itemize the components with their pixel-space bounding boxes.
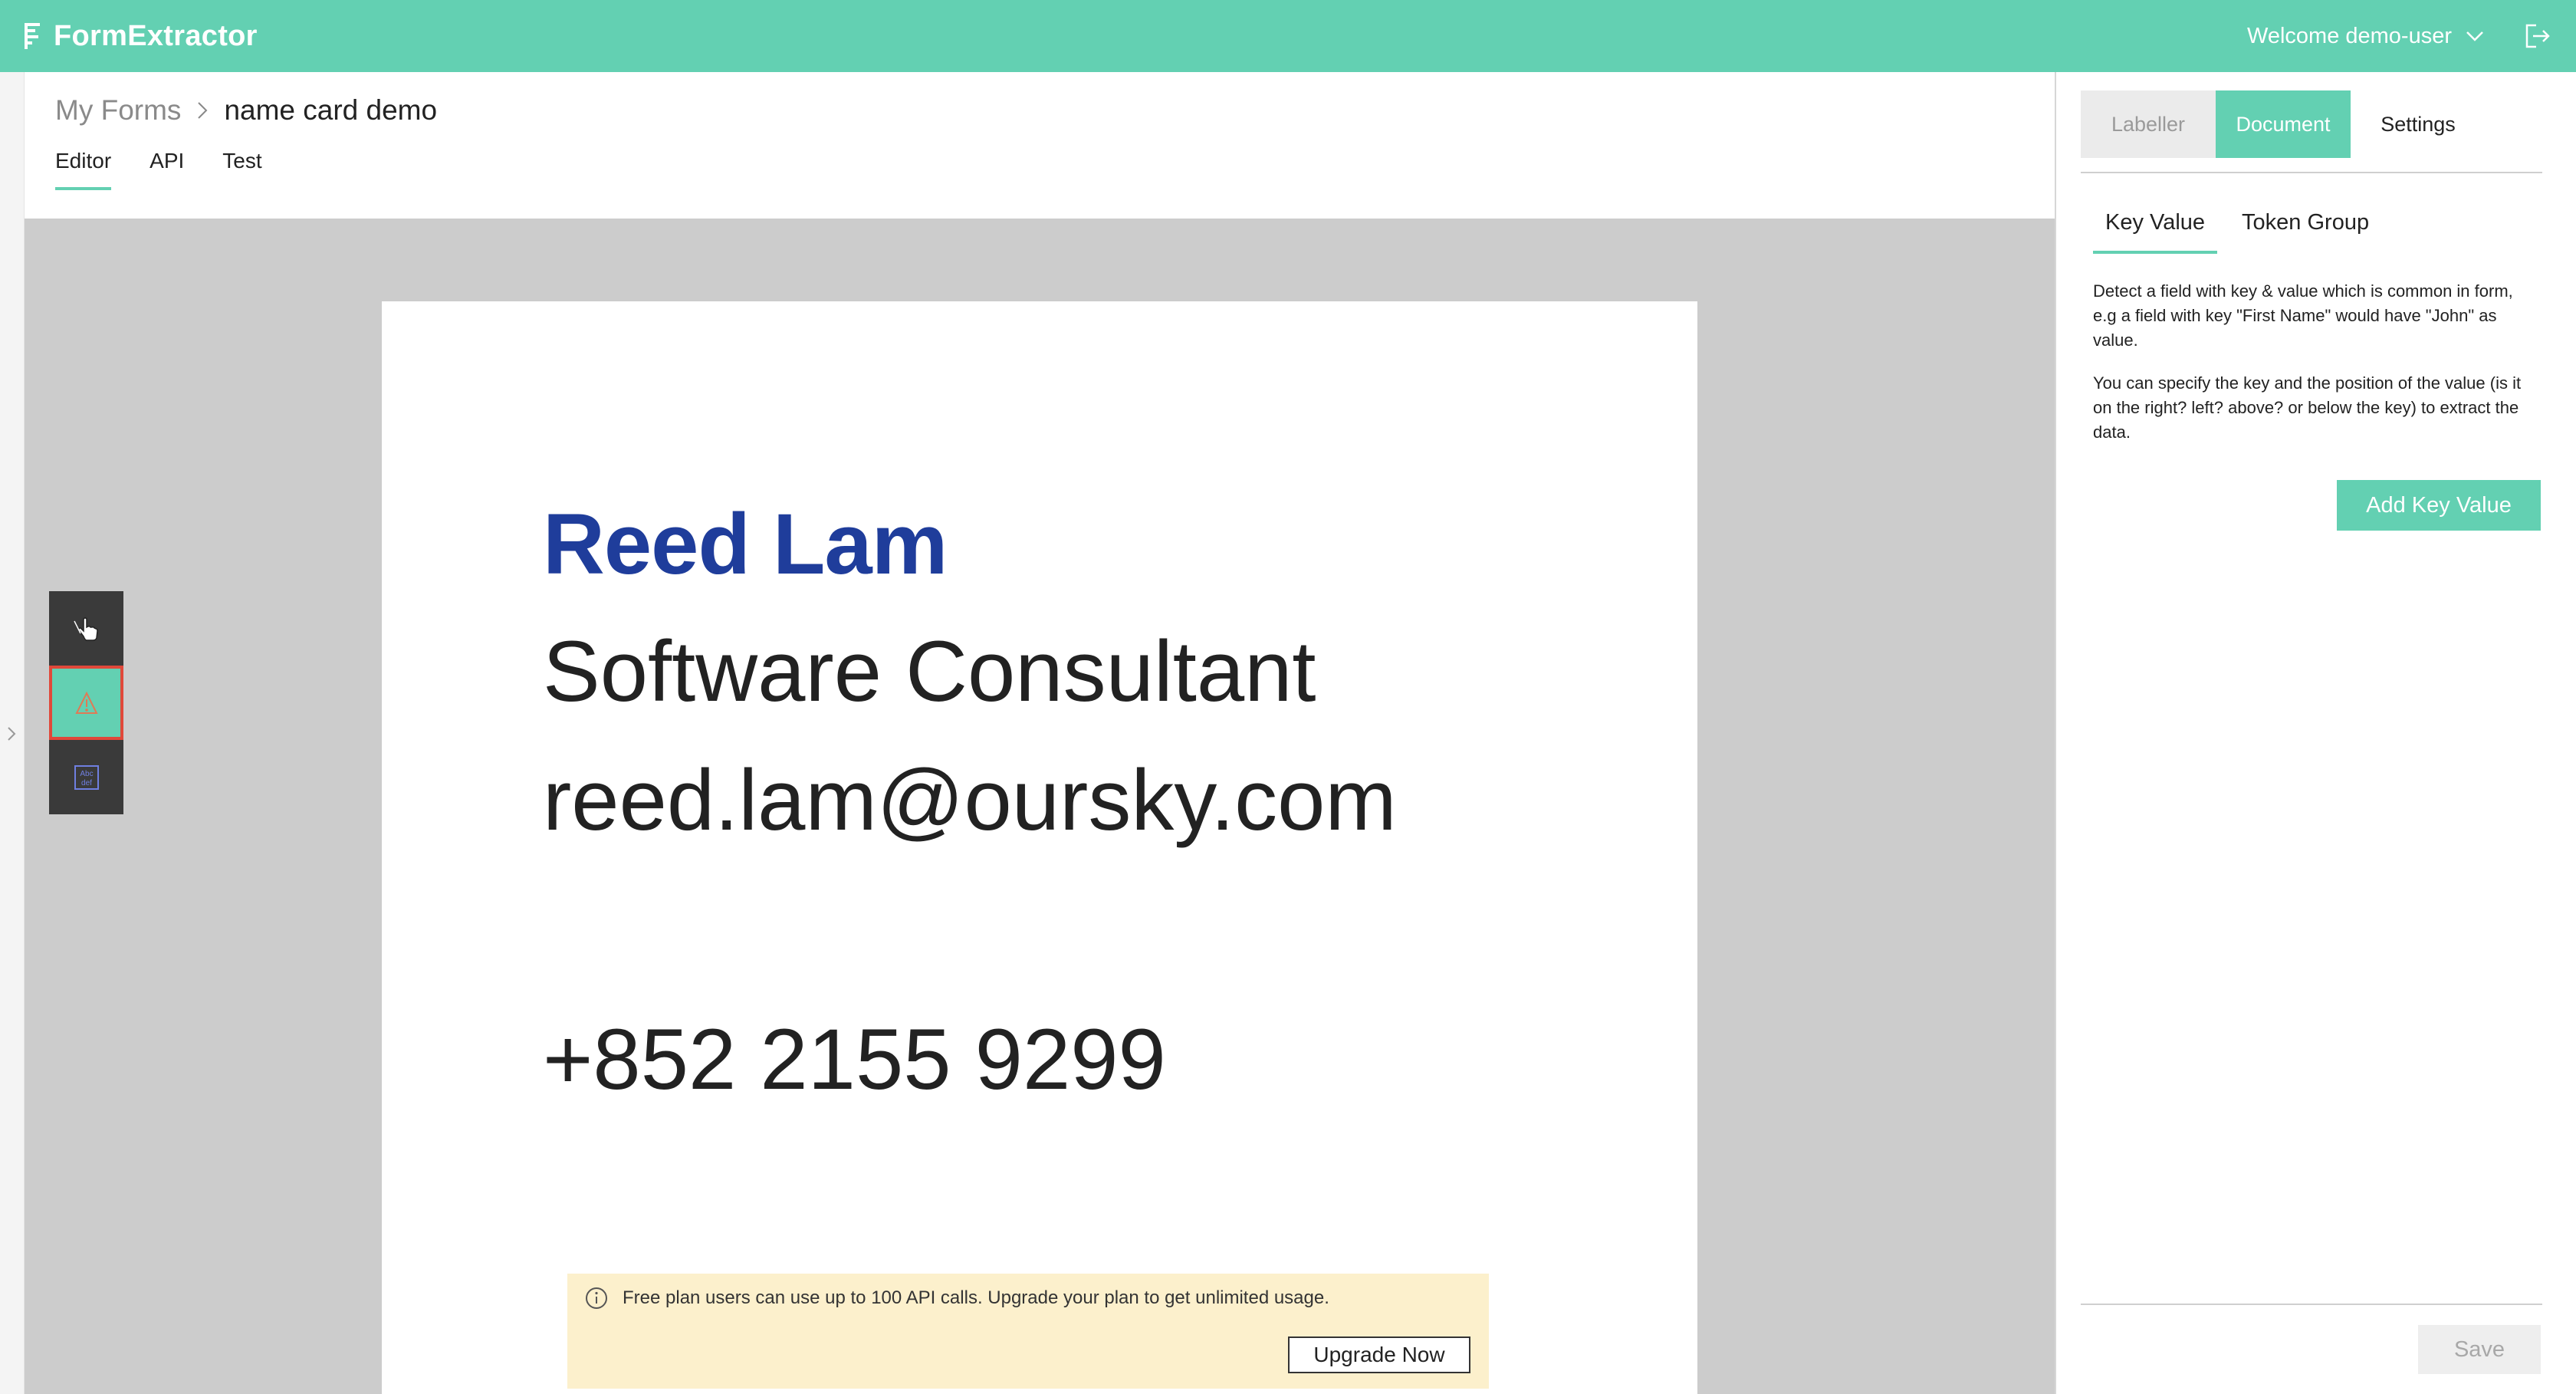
sidebar-expand-strip[interactable] bbox=[0, 72, 25, 1394]
save-button[interactable]: Save bbox=[2418, 1325, 2541, 1374]
upgrade-now-button[interactable]: Upgrade Now bbox=[1288, 1336, 1470, 1373]
brand[interactable]: FormExtractor bbox=[23, 0, 258, 72]
chevron-down-icon bbox=[2466, 31, 2483, 41]
app-name: FormExtractor bbox=[54, 19, 258, 52]
top-bar: FormExtractor Welcome demo-user bbox=[0, 0, 2576, 72]
svg-text:Abc: Abc bbox=[80, 770, 93, 778]
description-paragraph: Detect a field with key & value which is… bbox=[2093, 281, 2513, 350]
tab-test[interactable]: Test bbox=[222, 149, 261, 190]
right-panel: Labeller Document Settings Key Value Tok… bbox=[2055, 72, 2576, 1394]
breadcrumb-current: name card demo bbox=[224, 94, 438, 126]
welcome-text: Welcome demo-user bbox=[2246, 23, 2452, 48]
editor-tabs: Editor API Test bbox=[55, 149, 262, 190]
banner-message: Free plan users can use up to 100 API ca… bbox=[584, 1286, 1329, 1310]
chevron-right-icon bbox=[198, 102, 208, 119]
banner-text: Free plan users can use up to 100 API ca… bbox=[623, 1287, 1329, 1308]
anchor-tool[interactable] bbox=[49, 666, 123, 740]
tab-key-value[interactable]: Key Value bbox=[2093, 210, 2218, 254]
free-plan-banner: Free plan users can use up to 100 API ca… bbox=[567, 1274, 1489, 1389]
anchor-icon bbox=[74, 691, 98, 714]
breadcrumb-my-forms[interactable]: My Forms bbox=[55, 94, 181, 127]
key-value-description: Detect a field with key & value which is… bbox=[2093, 279, 2538, 463]
hand-pointer-icon bbox=[73, 616, 98, 641]
card-name: Reed Lam bbox=[543, 496, 948, 592]
description-paragraph: You can specify the key and the position… bbox=[2093, 373, 2522, 442]
user-menu[interactable]: Welcome demo-user bbox=[2247, 0, 2484, 72]
divider bbox=[2081, 1304, 2542, 1305]
document-canvas[interactable]: Reed Lam Software Consultant reed.lam@ou… bbox=[25, 219, 2055, 1394]
breadcrumb: My Forms name card demo bbox=[55, 89, 437, 132]
main-header: My Forms name card demo Editor API Test bbox=[25, 72, 2055, 219]
select-hand-tool[interactable] bbox=[49, 591, 123, 666]
tab-api[interactable]: API bbox=[150, 149, 184, 190]
svg-text:def: def bbox=[81, 779, 92, 787]
logout-icon[interactable] bbox=[2522, 21, 2553, 51]
info-icon bbox=[586, 1287, 607, 1309]
card-phone: +852 2155 9299 bbox=[543, 1011, 1166, 1107]
text-region-tool[interactable]: Abc def bbox=[49, 740, 123, 814]
card-email: reed.lam@oursky.com bbox=[543, 752, 1397, 848]
text-box-icon: Abc def bbox=[74, 764, 99, 790]
tab-document[interactable]: Document bbox=[2216, 90, 2351, 158]
tab-labeller[interactable]: Labeller bbox=[2081, 90, 2216, 158]
card-title: Software Consultant bbox=[543, 623, 1316, 719]
add-key-value-button[interactable]: Add Key Value bbox=[2337, 480, 2541, 531]
tool-palette: Abc def bbox=[49, 591, 123, 814]
document-page[interactable]: Reed Lam Software Consultant reed.lam@ou… bbox=[382, 301, 1697, 1394]
tab-editor[interactable]: Editor bbox=[55, 149, 112, 190]
formextractor-logo-icon bbox=[25, 23, 40, 49]
extraction-type-tabs: Key Value Token Group bbox=[2093, 210, 2394, 254]
panel-tabs: Labeller Document Settings bbox=[2081, 90, 2542, 173]
tab-token-group[interactable]: Token Group bbox=[2229, 210, 2381, 254]
chevron-right-icon bbox=[8, 727, 16, 741]
tab-settings[interactable]: Settings bbox=[2351, 90, 2486, 158]
